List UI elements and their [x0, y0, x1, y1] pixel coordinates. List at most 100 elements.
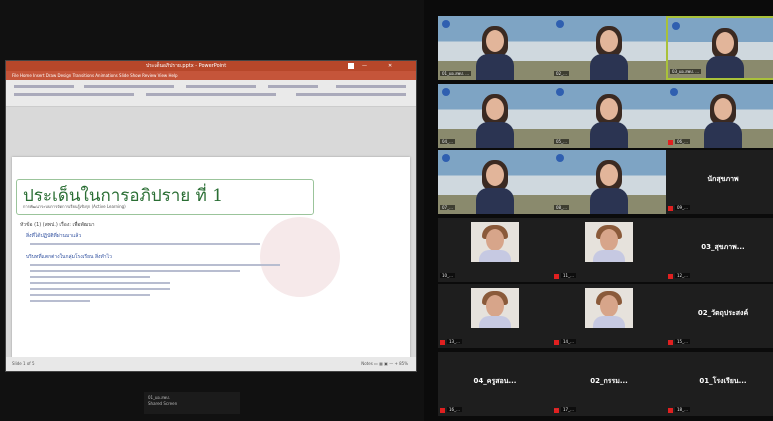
participant-tile[interactable]: 11_... — [552, 218, 666, 282]
gallery-footer: ... — [554, 406, 558, 411]
participant-name: 07_... — [440, 205, 455, 210]
participant-display-name: 04_ครูสอน... — [473, 377, 517, 385]
participant-badge-icon — [556, 154, 564, 162]
participant-tile[interactable]: 01_โรงเรียน... 18_... — [666, 352, 773, 416]
participant-tile[interactable]: 13_... — [438, 284, 552, 348]
participant-tile[interactable]: 10_... — [438, 218, 552, 282]
participant-name-label: 08_... — [554, 204, 664, 212]
participant-tile[interactable]: 02_วัตถุประสงค์ 15_... — [666, 284, 773, 348]
participant-tile[interactable]: 01_ผอ.สพป. ... — [438, 16, 552, 80]
mic-muted-icon — [668, 273, 673, 279]
participant-name: 18_... — [675, 407, 690, 412]
participant-name: 05_... — [554, 139, 569, 144]
participant-tile[interactable]: 05_... — [552, 84, 666, 148]
name-chip-line1: 01_ผอ.สพป. — [148, 395, 170, 400]
view-controls[interactable]: Notes ▭ ▦ ▣ — + 85% — [361, 357, 408, 371]
participant-tile[interactable]: 02_... — [552, 16, 666, 80]
participant-name-label: 04_... — [440, 138, 550, 146]
ribbon[interactable] — [6, 80, 416, 107]
participant-tile[interactable]: 02_กรรม... 17_... — [552, 352, 666, 416]
mic-muted-icon — [554, 339, 559, 345]
participant-name: 03_ผอ.สพป. ... — [670, 69, 702, 74]
participant-name: 13_... — [447, 339, 462, 344]
participant-name: 06_... — [675, 139, 690, 144]
participant-tile[interactable]: 07_... — [438, 150, 552, 214]
bullet-1: สิ่งที่ได้ปฏิบัติที่ผ่านมาแล้ว — [26, 233, 82, 239]
participant-name-label: 13_... — [440, 338, 550, 346]
participant-name: 16_... — [447, 407, 462, 412]
participant-name: 10_... — [440, 273, 455, 278]
participant-name-label: 03_ผอ.สพป. ... — [670, 68, 773, 76]
participant-name-label: 18_... — [668, 406, 773, 414]
participant-tile[interactable]: 04_... — [438, 84, 552, 148]
participant-name-label: 09_... — [668, 204, 773, 212]
participant-badge-icon — [442, 154, 450, 162]
participant-name-label: 14_... — [554, 338, 664, 346]
screen-share-name-chip: 01_ผอ.สพป. Shared Screen — [144, 392, 240, 414]
participant-name-label: 06_... — [668, 138, 773, 146]
participant-name: 15_... — [675, 339, 690, 344]
name-chip-line2: Shared Screen — [148, 401, 178, 406]
participant-name: 01_ผอ.สพป. ... — [440, 71, 472, 76]
participant-display-name: 03_สุขภาพ... — [701, 243, 745, 251]
participant-name: 11_... — [561, 273, 576, 278]
slide-subtitle: การพัฒนาระบบการจัดการเรียนรู้เชิงรุก (Ac… — [23, 204, 126, 209]
participant-face — [600, 30, 618, 52]
participant-name: 09_... — [675, 205, 690, 210]
participant-name: 17_... — [561, 407, 576, 412]
restore-icon[interactable] — [348, 63, 354, 69]
participant-tile[interactable]: นักสุขภาพ 09_... — [666, 150, 773, 214]
participant-face — [714, 98, 732, 120]
participant-display-name: 02_วัตถุประสงค์ — [697, 309, 749, 317]
slide-editing-area: ประเด็นในการอภิปราย ที่ 1 การพัฒนาระบบกา… — [6, 107, 416, 371]
participant-badge-icon — [670, 88, 678, 96]
participant-name: 14_... — [561, 339, 576, 344]
participant-display-name: 01_โรงเรียน... — [699, 377, 747, 385]
participant-badge-icon — [672, 22, 680, 30]
participant-tile[interactable]: 03_สุขภาพ... 12_... — [666, 218, 773, 282]
participant-tile[interactable]: 08_... — [552, 150, 666, 214]
participant-photo — [471, 288, 519, 328]
participant-tile[interactable]: 06_... — [666, 84, 773, 148]
slide-title-box: ประเด็นในการอภิปราย ที่ 1 การพัฒนาระบบกา… — [16, 179, 314, 215]
slide: ประเด็นในการอภิปราย ที่ 1 การพัฒนาระบบกา… — [12, 157, 410, 371]
participant-photo — [585, 222, 633, 262]
participant-badge-icon — [556, 88, 564, 96]
participant-face — [486, 164, 504, 186]
powerpoint-window: ประเด็นอภิปราย.pptx - PowerPoint — ✕ Fil… — [5, 60, 417, 372]
participant-display-name: นักสุขภาพ — [707, 175, 739, 183]
participant-face — [486, 98, 504, 120]
close-icon[interactable]: ✕ — [388, 61, 392, 71]
participant-face — [600, 98, 618, 120]
participant-tile[interactable]: 03_ผอ.สพป. ... — [666, 16, 773, 80]
participant-badge-icon — [556, 20, 564, 28]
participant-face — [716, 32, 734, 54]
participant-face — [600, 164, 618, 186]
bullet-2: บริบทที่แตกต่างในกลุ่มโรงเรียน สิ่งทำไว — [26, 254, 112, 260]
participant-name-label: 05_... — [554, 138, 664, 146]
ribbon-tabs[interactable]: File Home Insert Draw Design Transitions… — [6, 71, 416, 80]
participant-name-label: 11_... — [554, 272, 664, 280]
section-label: หัวข้อ (1) (สพป.) เรื่อง: เพื่อพัฒนา — [20, 222, 95, 228]
participant-name: 12_... — [675, 273, 690, 278]
participant-name: 04_... — [440, 139, 455, 144]
mic-muted-icon — [440, 339, 445, 345]
participant-badge-icon — [442, 88, 450, 96]
participant-photo — [585, 288, 633, 328]
participant-tile[interactable]: 04_ครูสอน... 16_... — [438, 352, 552, 416]
participant-face — [486, 30, 504, 52]
mic-muted-icon — [668, 407, 673, 413]
status-bar: Slide 1 of 5 Notes ▭ ▦ ▣ — + 85% — [6, 357, 416, 371]
participant-name-label: 10_... — [440, 272, 550, 280]
shared-screen: ประเด็นอภิปราย.pptx - PowerPoint — ✕ Fil… — [0, 0, 424, 421]
slide-counter: Slide 1 of 5 — [12, 361, 35, 366]
mic-muted-icon — [440, 407, 445, 413]
participant-tile[interactable]: 14_... — [552, 284, 666, 348]
participant-name-label: 15_... — [668, 338, 773, 346]
window-title: ประเด็นอภิปราย.pptx - PowerPoint — [146, 63, 227, 69]
participant-name: 08_... — [554, 205, 569, 210]
participant-name-label: 16_... — [440, 406, 550, 414]
mic-muted-icon — [668, 139, 673, 145]
minimize-icon[interactable]: — — [362, 61, 367, 71]
ribbon-tab-labels[interactable]: File Home Insert Draw Design Transitions… — [6, 73, 178, 78]
